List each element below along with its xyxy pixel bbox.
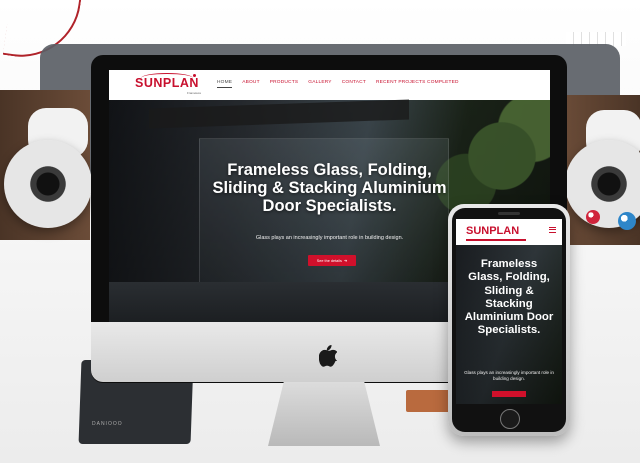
nav-gallery[interactable]: GALLERY: [308, 80, 331, 88]
imac-stand: [268, 382, 380, 446]
phone-hero: Frameless Glass, Folding, Sliding & Stac…: [456, 245, 562, 404]
nav-products[interactable]: PRODUCTS: [270, 80, 299, 88]
phone-details-button[interactable]: [492, 391, 526, 397]
arrow-circle-icon: ➜: [343, 258, 348, 263]
toy-ball-blue: [618, 212, 636, 230]
toy-ball-red: [586, 210, 600, 224]
phone-speaker: [498, 212, 520, 215]
speaker-left-icon: [4, 140, 92, 228]
main-nav: HOME ABOUT PRODUCTS GALLERY CONTACT RECE…: [217, 80, 459, 88]
tablet-label: DANIOOO: [92, 421, 123, 427]
phone-home-button[interactable]: [500, 409, 520, 429]
phone-site-header: SUNPLAN: [456, 219, 562, 245]
logo-sun-icon: [193, 74, 196, 77]
phone-hero-title: Frameless Glass, Folding, Sliding & Stac…: [464, 258, 554, 337]
see-details-button[interactable]: See the details ➜: [308, 255, 356, 266]
phone-hero-subtitle: Glass plays an increasingly important ro…: [464, 370, 554, 381]
site-header: SUNPLAN Frameless HOME ABOUT PRODUCTS GA…: [109, 70, 550, 100]
phone-logo[interactable]: SUNPLAN: [466, 225, 519, 237]
hero-roof-image: [149, 99, 409, 129]
nav-recent-projects[interactable]: RECENT PROJECTS COMPLETED: [376, 80, 459, 88]
nav-home[interactable]: HOME: [217, 80, 233, 88]
logo-subtext: Frameless: [186, 90, 201, 95]
logo-arc-icon: [141, 73, 193, 83]
phone-logo-strip: [466, 239, 526, 241]
see-details-label: See the details: [316, 258, 342, 263]
phone-screen: SUNPLAN Frameless Glass, Folding, Slidin…: [456, 219, 562, 404]
hamburger-menu-icon[interactable]: [549, 227, 556, 233]
apple-logo-icon: [319, 345, 337, 367]
site-logo[interactable]: SUNPLAN Frameless: [135, 73, 201, 97]
nav-about[interactable]: ABOUT: [242, 80, 260, 88]
nav-contact[interactable]: CONTACT: [342, 80, 366, 88]
